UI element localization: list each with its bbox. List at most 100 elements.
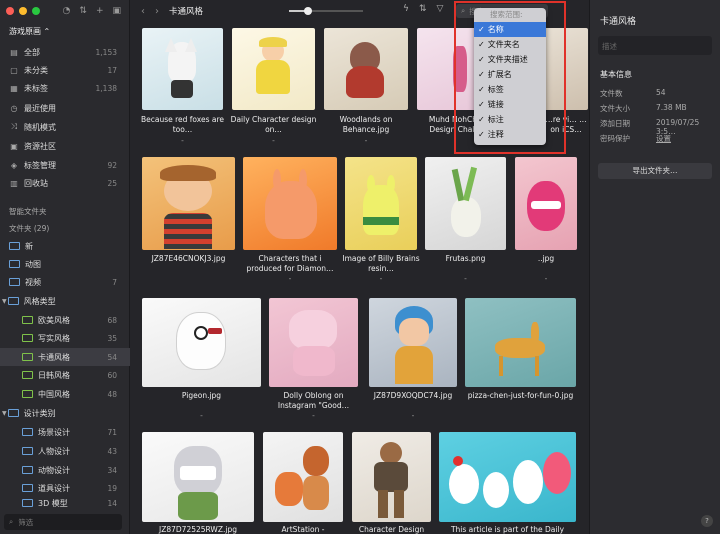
folder-label: 设计类别 [23, 408, 56, 418]
smart-folder-header[interactable]: 智能文件夹 [9, 206, 47, 217]
scope-option-annotation[interactable]: ✓ 标注 [474, 112, 546, 127]
chevron-down-icon[interactable]: ▼ [2, 298, 7, 305]
thumbnail-woodlands[interactable] [324, 28, 408, 110]
thumbnail-fox[interactable] [142, 28, 223, 110]
thumbnail-blue-hair[interactable] [369, 298, 457, 387]
sidebar-item-count: 92 [107, 160, 117, 170]
folder-item-style[interactable]: ▼ 风格类型 [0, 292, 130, 310]
sidebar-item-uncategorized[interactable]: ▢ 未分类 17 [0, 61, 130, 79]
folder-item-video[interactable]: 视频 7 [0, 273, 130, 291]
sidebar-toggle-icon[interactable]: ▣ [112, 6, 121, 16]
folder-item-japanese-korean[interactable]: 日韩风格 60 [0, 366, 130, 384]
folder-icon [22, 334, 33, 342]
inspector-panel: 卡通风格 描述 基本信息 文件数 54 文件大小 7.38 MB 添加日期 2019/… [589, 0, 720, 534]
folder-item-new[interactable]: 新 [0, 237, 130, 255]
filter-input[interactable]: ⌕ 筛选 [4, 514, 122, 530]
slider-knob[interactable] [303, 7, 312, 15]
thumbnail-artstation[interactable] [263, 432, 343, 522]
folder-label: 日韩风格 [38, 370, 70, 380]
folder-header[interactable]: 文件夹 (29) [9, 223, 49, 234]
bolt-icon[interactable]: ϟ [403, 4, 409, 14]
untagged-icon: ▦ [10, 83, 18, 93]
password-set-link[interactable]: 设置 [656, 133, 671, 144]
item-caption: Daily Character design on… [230, 115, 317, 134]
thumbnail-partial[interactable] [544, 28, 588, 110]
scope-option-comment[interactable]: ✓ 注释 [474, 127, 546, 142]
thumbnail-dolly-oblong[interactable] [269, 298, 358, 387]
item-meta: - [312, 411, 315, 420]
folder-label: 写实风格 [38, 333, 70, 343]
sidebar-item-random[interactable]: ⤨ 随机模式 [0, 118, 130, 136]
folder-count: 68 [107, 315, 117, 325]
thumbnail-wolf[interactable] [142, 432, 254, 522]
close-window-button[interactable] [6, 7, 14, 15]
thumbnail-pizza-chen[interactable] [465, 298, 576, 387]
sidebar-item-trash[interactable]: ▥ 回收站 25 [0, 174, 130, 192]
folder-item-cartoon[interactable]: 卡通风格 54 [0, 348, 130, 366]
search-scope-menu: 搜索范围: ✓ 名称 ✓ 文件夹名 ✓ 文件夹描述 ✓ 扩展名 ✓ 标签 ✓ 链接 ✓ 标注 … [474, 8, 546, 145]
folder-icon [22, 428, 33, 436]
folder-item-scene[interactable]: 场景设计 71 [0, 423, 130, 441]
tag-icon: ◈ [10, 160, 18, 170]
folder-item-gif[interactable]: 动图 [0, 255, 130, 273]
item-meta: - [379, 274, 383, 283]
thumbnail-pink-monster[interactable] [515, 157, 577, 250]
back-icon[interactable]: ‹ [141, 6, 145, 17]
thumbnail-yellow-raincoat[interactable] [232, 28, 315, 110]
scope-option-folder-name[interactable]: ✓ 文件夹名 [474, 37, 546, 52]
thumbnail-billy-brains[interactable] [345, 157, 417, 250]
info-key: 密码保护 [600, 134, 630, 143]
folder-item-prop[interactable]: 道具设计 19 [0, 479, 130, 497]
folder-count: 54 [107, 352, 117, 362]
folder-item-character[interactable]: 人物设计 43 [0, 442, 130, 460]
zoom-window-button[interactable] [32, 7, 40, 15]
library-selector[interactable]: 游戏原画 ⌃ [0, 22, 129, 40]
forward-icon[interactable]: › [155, 6, 159, 17]
folder-item-realistic[interactable]: 写实风格 35 [0, 329, 130, 347]
scope-option-folder-desc[interactable]: ✓ 文件夹描述 [474, 52, 546, 67]
filter-icon[interactable]: ▽ [436, 4, 443, 14]
folder-label: 3D 模型 [38, 498, 68, 508]
folder-item-3d[interactable]: 3D 模型 14 [0, 497, 130, 509]
sidebar-item-tag-manager[interactable]: ◈ 标签管理 92 [0, 156, 130, 174]
folder-item-animal[interactable]: 动物设计 34 [0, 461, 130, 479]
folder-count: 35 [107, 333, 117, 343]
sort-icon[interactable]: ⇅ [419, 4, 427, 14]
folder-title[interactable]: 卡通风格 [600, 14, 636, 27]
thumbnail-pigeon[interactable] [142, 298, 261, 387]
scope-option-name[interactable]: ✓ 名称 [474, 22, 546, 37]
thumbnail-daily-article[interactable] [439, 432, 576, 522]
thumbnail-character-design[interactable] [352, 432, 431, 522]
scope-option-tags[interactable]: ✓ 标签 [474, 82, 546, 97]
item-meta: - [544, 274, 548, 283]
sidebar-item-all[interactable]: ▤ 全部 1,153 [0, 43, 130, 61]
chevron-down-icon[interactable]: ▼ [2, 410, 7, 417]
add-icon[interactable]: + [96, 6, 104, 16]
description-field[interactable]: 描述 [598, 36, 712, 55]
item-meta: - [288, 274, 292, 283]
check-icon: ✓ [478, 130, 485, 139]
bell-icon[interactable]: ◔ [63, 6, 71, 16]
item-caption: ArtStation - [281, 525, 325, 534]
scope-option-extension[interactable]: ✓ 扩展名 [474, 67, 546, 82]
sync-icon[interactable]: ⇅ [79, 6, 87, 16]
folder-count: 48 [107, 389, 117, 399]
item-meta: - [364, 136, 368, 145]
sidebar-item-label: 资源社区 [24, 141, 56, 151]
window-titlebar: ◔ ⇅ + ▣ [0, 0, 129, 22]
minimize-window-button[interactable] [19, 7, 27, 15]
help-button[interactable]: ? [701, 515, 713, 527]
sidebar-item-community[interactable]: ▣ 资源社区 [0, 137, 130, 155]
sidebar-item-untagged[interactable]: ▦ 未标签 1,138 [0, 79, 130, 97]
thumbnail-frutas[interactable] [425, 157, 506, 250]
scope-option-link[interactable]: ✓ 链接 [474, 97, 546, 112]
export-folder-button[interactable]: 导出文件夹… [598, 163, 712, 179]
folder-item-chinese[interactable]: 中国风格 48 [0, 385, 130, 403]
folder-item-western[interactable]: 欧美风格 68 [0, 311, 130, 329]
thumbnail-boy-face[interactable] [142, 157, 235, 250]
page-title: 卡通风格 [169, 7, 204, 17]
thumbnail-size-slider[interactable] [289, 7, 363, 15]
sidebar-item-recent[interactable]: ◷ 最近使用 [0, 99, 130, 117]
folder-item-design[interactable]: ▼ 设计类别 [0, 404, 130, 422]
thumbnail-orange-creature[interactable] [243, 157, 337, 250]
